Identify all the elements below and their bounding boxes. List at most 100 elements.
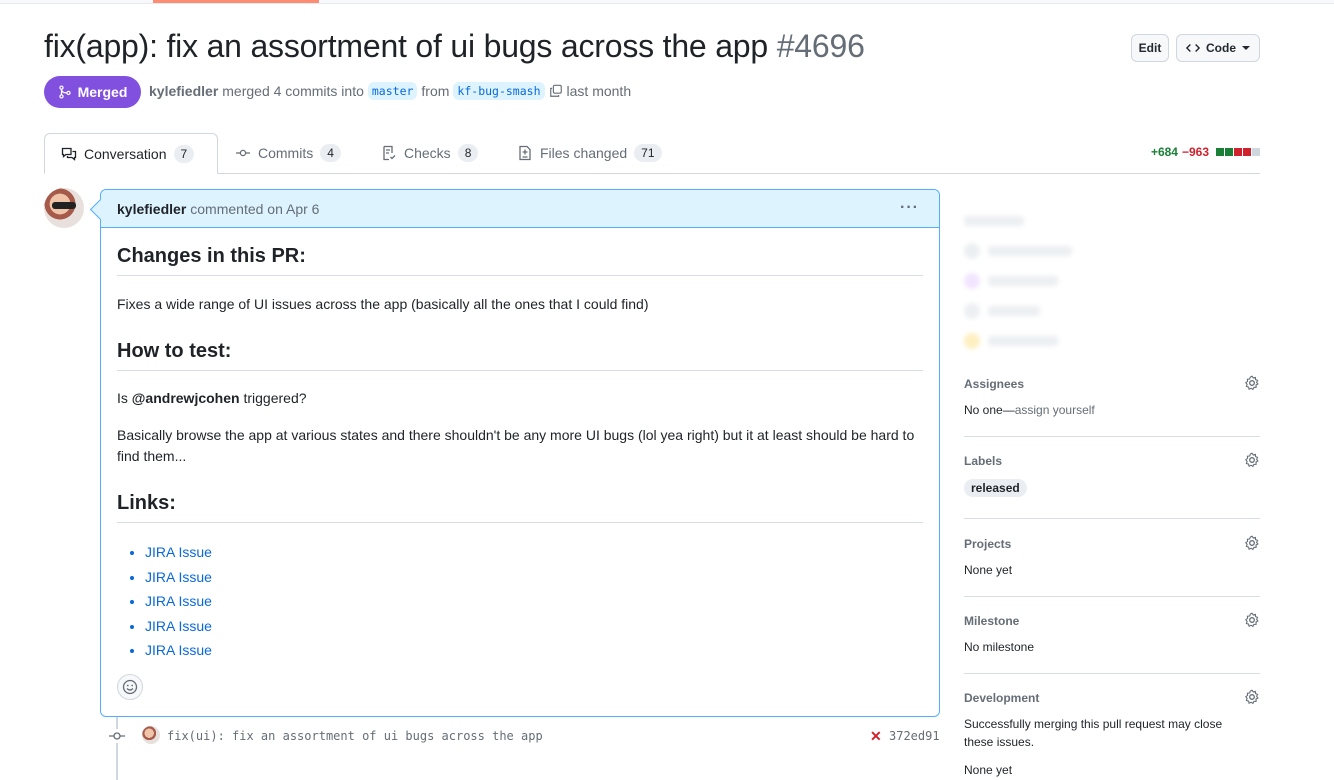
page-title: fix(app): fix an assortment of ui bugs a… xyxy=(44,28,865,65)
gear-icon[interactable] xyxy=(1244,375,1260,391)
avatar xyxy=(964,333,980,349)
code-icon xyxy=(1186,44,1200,52)
tab-conversation[interactable]: Conversation 7 xyxy=(44,133,218,174)
label-released[interactable]: released xyxy=(964,479,1027,497)
diffstat-block-add xyxy=(1225,148,1233,156)
list-item: JIRA Issue xyxy=(145,540,212,565)
development-value: Successfully merging this pull request m… xyxy=(964,717,1223,749)
tab-files-changed-count: 71 xyxy=(634,144,662,162)
merged-state-label: Merged xyxy=(77,84,128,100)
tab-conversation-count: 7 xyxy=(173,144,195,163)
reviewer-row xyxy=(964,296,1260,326)
code-button[interactable]: Code xyxy=(1176,34,1260,62)
pr-meta: kylefiedler merged 4 commits into master… xyxy=(149,82,631,100)
list-item: JIRA Issue xyxy=(145,614,212,639)
tab-commits[interactable]: Commits 4 xyxy=(219,133,357,173)
reviewer-row xyxy=(964,266,1260,296)
heading-links: Links: xyxy=(117,492,923,523)
merged-state-badge: Merged xyxy=(44,76,141,108)
reviewers-section xyxy=(964,206,1260,349)
chevron-down-icon xyxy=(1242,46,1250,50)
pr-tabs: Conversation 7 Commits 4 Checks 8 Files … xyxy=(44,133,1260,174)
comment-timestamp[interactable]: commented on Apr 6 xyxy=(190,201,319,217)
commit-row: fix(ui): fix an assortment of ui bugs ac… xyxy=(108,726,940,748)
paragraph-mention: Is @andrewjcohen triggered? xyxy=(117,388,923,409)
comment-box: kylefiedler commented on Apr 6 ··· Chang… xyxy=(100,189,940,717)
gear-icon[interactable] xyxy=(1244,535,1260,551)
paragraph-browse: Basically browse the app at various stat… xyxy=(117,427,915,464)
add-reaction-button[interactable] xyxy=(117,674,143,700)
edit-button[interactable]: Edit xyxy=(1131,34,1169,62)
commit-message-link[interactable]: fix(ui): fix an assortment of ui bugs ac… xyxy=(167,729,543,743)
gear-icon[interactable] xyxy=(1244,612,1260,628)
diffstat-blocks xyxy=(1216,148,1260,156)
avatar xyxy=(964,273,980,289)
jira-issue-link[interactable]: JIRA Issue xyxy=(145,618,212,634)
milestone-value: No milestone xyxy=(964,640,1035,654)
sidebar-labels: Labels released xyxy=(964,452,1260,519)
base-branch[interactable]: master xyxy=(367,82,418,100)
pr-author-link[interactable]: kylefiedler xyxy=(149,83,218,99)
merge-text: merged 4 commits into xyxy=(222,83,364,99)
gear-icon[interactable] xyxy=(1244,452,1260,468)
diffstat-block-del xyxy=(1234,148,1242,156)
diffstat-deletions: −963 xyxy=(1181,145,1209,159)
diffstat-block-add xyxy=(1216,148,1224,156)
kebab-menu-icon[interactable]: ··· xyxy=(900,199,919,217)
pr-title: fix(app): fix an assortment of ui bugs a… xyxy=(44,28,768,64)
sidebar-milestone: Milestone No milestone xyxy=(964,612,1260,674)
avatar xyxy=(964,243,980,259)
tab-commits-label: Commits xyxy=(258,145,314,161)
git-commit-icon xyxy=(108,729,126,743)
file-diff-icon xyxy=(519,145,531,161)
tab-checks-count: 8 xyxy=(457,144,479,162)
avatar[interactable] xyxy=(142,726,160,744)
sidebar-development: Development Successfully merging this pu… xyxy=(964,689,1260,780)
smiley-icon xyxy=(122,679,138,695)
copy-icon[interactable] xyxy=(549,84,563,98)
active-nav-indicator xyxy=(153,0,319,3)
labels-title: Labels xyxy=(964,454,1003,468)
sidebar-assignees: Assignees No one—assign yourself xyxy=(964,375,1260,437)
milestone-title: Milestone xyxy=(964,614,1020,628)
tab-checks-label: Checks xyxy=(404,145,451,161)
head-branch[interactable]: kf-bug-smash xyxy=(453,82,545,100)
tab-conversation-label: Conversation xyxy=(84,145,167,162)
merge-time: last month xyxy=(566,83,632,99)
assignees-none: No one— xyxy=(964,403,1015,417)
tab-files-changed-label: Files changed xyxy=(540,145,628,161)
git-merge-icon xyxy=(58,85,71,99)
heading-changes: Changes in this PR: xyxy=(117,245,923,276)
comment-header: kylefiedler commented on Apr 6 ··· xyxy=(101,190,939,228)
diffstat-additions: +684 xyxy=(1150,145,1178,159)
diffstat: +684 −963 xyxy=(1151,145,1260,159)
heading-how-to-test: How to test: xyxy=(117,340,923,371)
jira-issue-link[interactable]: JIRA Issue xyxy=(145,544,212,560)
labels-value: released xyxy=(964,479,1027,497)
reviewer-row xyxy=(964,236,1260,266)
tab-checks[interactable]: Checks 8 xyxy=(365,133,494,173)
x-icon[interactable]: ✕ xyxy=(870,728,882,745)
code-button-label: Code xyxy=(1206,41,1236,55)
mention-prefix: Is xyxy=(117,390,128,406)
user-mention-link[interactable]: @andrewjcohen xyxy=(132,390,240,406)
sidebar-projects: Projects None yet xyxy=(964,535,1260,597)
development-title: Development xyxy=(964,691,1040,705)
tab-files-changed[interactable]: Files changed 71 xyxy=(501,133,678,173)
jira-issue-link[interactable]: JIRA Issue xyxy=(145,642,212,658)
avatar xyxy=(964,303,980,319)
assign-yourself-link[interactable]: assign yourself xyxy=(1015,403,1095,417)
diffstat-block-del xyxy=(1243,148,1251,156)
checklist-icon xyxy=(383,145,396,161)
gear-icon[interactable] xyxy=(1244,689,1260,705)
avatar[interactable] xyxy=(44,188,84,228)
tab-commits-count: 4 xyxy=(320,144,341,162)
assignees-title: Assignees xyxy=(964,377,1025,391)
comment-author[interactable]: kylefiedler xyxy=(117,201,186,217)
commit-sha-link[interactable]: 372ed91 xyxy=(889,729,940,743)
jira-issue-link[interactable]: JIRA Issue xyxy=(145,593,212,609)
diffstat-block-neutral xyxy=(1252,148,1260,156)
comment-discussion-icon xyxy=(61,147,77,161)
reviewers-header xyxy=(964,206,1260,236)
jira-issue-link[interactable]: JIRA Issue xyxy=(145,569,212,585)
